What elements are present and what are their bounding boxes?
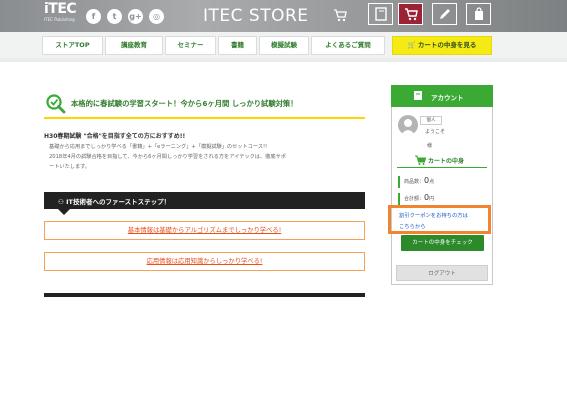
cart-icon (415, 155, 426, 165)
check-cart-button[interactable]: カートの中身をチェック (401, 235, 484, 251)
cart-icon (404, 8, 418, 21)
user-type-badge: 個人 (420, 116, 442, 125)
pencil-button[interactable] (432, 3, 457, 25)
highlight-box (388, 205, 491, 234)
total-row: 合計額：0円 (398, 193, 488, 205)
account-book-icon (414, 91, 422, 100)
nav-divider (0, 58, 567, 62)
intro-line: 2018年4月の試験合格を目指して、今から6ヶ月間しっかり学習をされる方をアイテ… (49, 154, 286, 160)
main-nav: ストアTOP 講座教育 セミナー 書籍 模擬試験 よくあるご質問 🛒 カートの中… (42, 36, 497, 55)
promo-underline (44, 117, 365, 119)
pencil-icon (439, 9, 450, 19)
logout-button[interactable]: ログアウト (396, 265, 488, 281)
bag-button[interactable] (466, 3, 491, 25)
avatar (398, 115, 418, 135)
intro-heading: H30春期試験 "合格"を目指す全ての方におすすめ!! (44, 133, 186, 140)
book-button[interactable] (368, 3, 393, 25)
itec-logo[interactable]: iTEC (44, 2, 77, 16)
nav-courses[interactable]: 講座教育 (105, 36, 163, 55)
magnifier-check-icon (46, 94, 66, 114)
logo-subtitle: ITEC Publishing (44, 17, 75, 22)
intro-line: 基礎から応用までしっかり学べる「書籍」+「eラーニング」+「模擬試験」のセットコ… (49, 144, 268, 150)
item-count-row: 商品数：0点 (398, 176, 488, 188)
nav-store-top[interactable]: ストアTOP (42, 36, 103, 55)
person-icon: ⚇ (58, 198, 64, 206)
applied-info-link[interactable]: 応用情報は応用知識からしっかり学べる! (44, 252, 365, 271)
honorific-text: 様 (427, 143, 433, 149)
nav-books[interactable]: 書籍 (218, 36, 257, 55)
intro-line: ートいたします。 (49, 164, 90, 170)
basic-info-link[interactable]: 基本情報は基礎からアルゴリズムまでしっかり学べる! (44, 221, 365, 240)
instagram-icon[interactable]: ◎ (149, 9, 164, 24)
welcome-text: ようこそ (425, 129, 446, 135)
nav-view-cart[interactable]: 🛒 カートの中身を見る (392, 36, 492, 55)
google-plus-icon[interactable]: g+ (128, 9, 143, 24)
nav-mock-exam[interactable]: 模擬試験 (259, 36, 309, 55)
cart-summary-title: カートの中身 (428, 158, 465, 165)
bag-icon (474, 7, 483, 20)
store-title: ITEC STORE (203, 6, 309, 26)
facebook-icon[interactable]: f (86, 9, 101, 24)
first-step-label: ⚇ IT技術者へのファーストステップ！ (58, 198, 171, 206)
banner-notch (58, 209, 70, 215)
user-icon (401, 119, 415, 135)
store-cart-icon (334, 9, 347, 22)
nav-seminar[interactable]: セミナー (165, 36, 216, 55)
book-icon (374, 7, 387, 21)
section-bar (44, 293, 365, 297)
account-title: アカウント (431, 94, 464, 102)
nav-cart-label: カートの中身を見る (417, 41, 477, 49)
cart-button[interactable] (398, 3, 423, 25)
promo-title: 本格的に春試験の学習スタート！今から6ヶ月間 しっかり試験対策！ (71, 99, 298, 108)
nav-faq[interactable]: よくあるご質問 (311, 36, 385, 55)
twitter-icon[interactable]: t (107, 9, 122, 24)
nav-cart-icon: 🛒 (407, 41, 416, 49)
